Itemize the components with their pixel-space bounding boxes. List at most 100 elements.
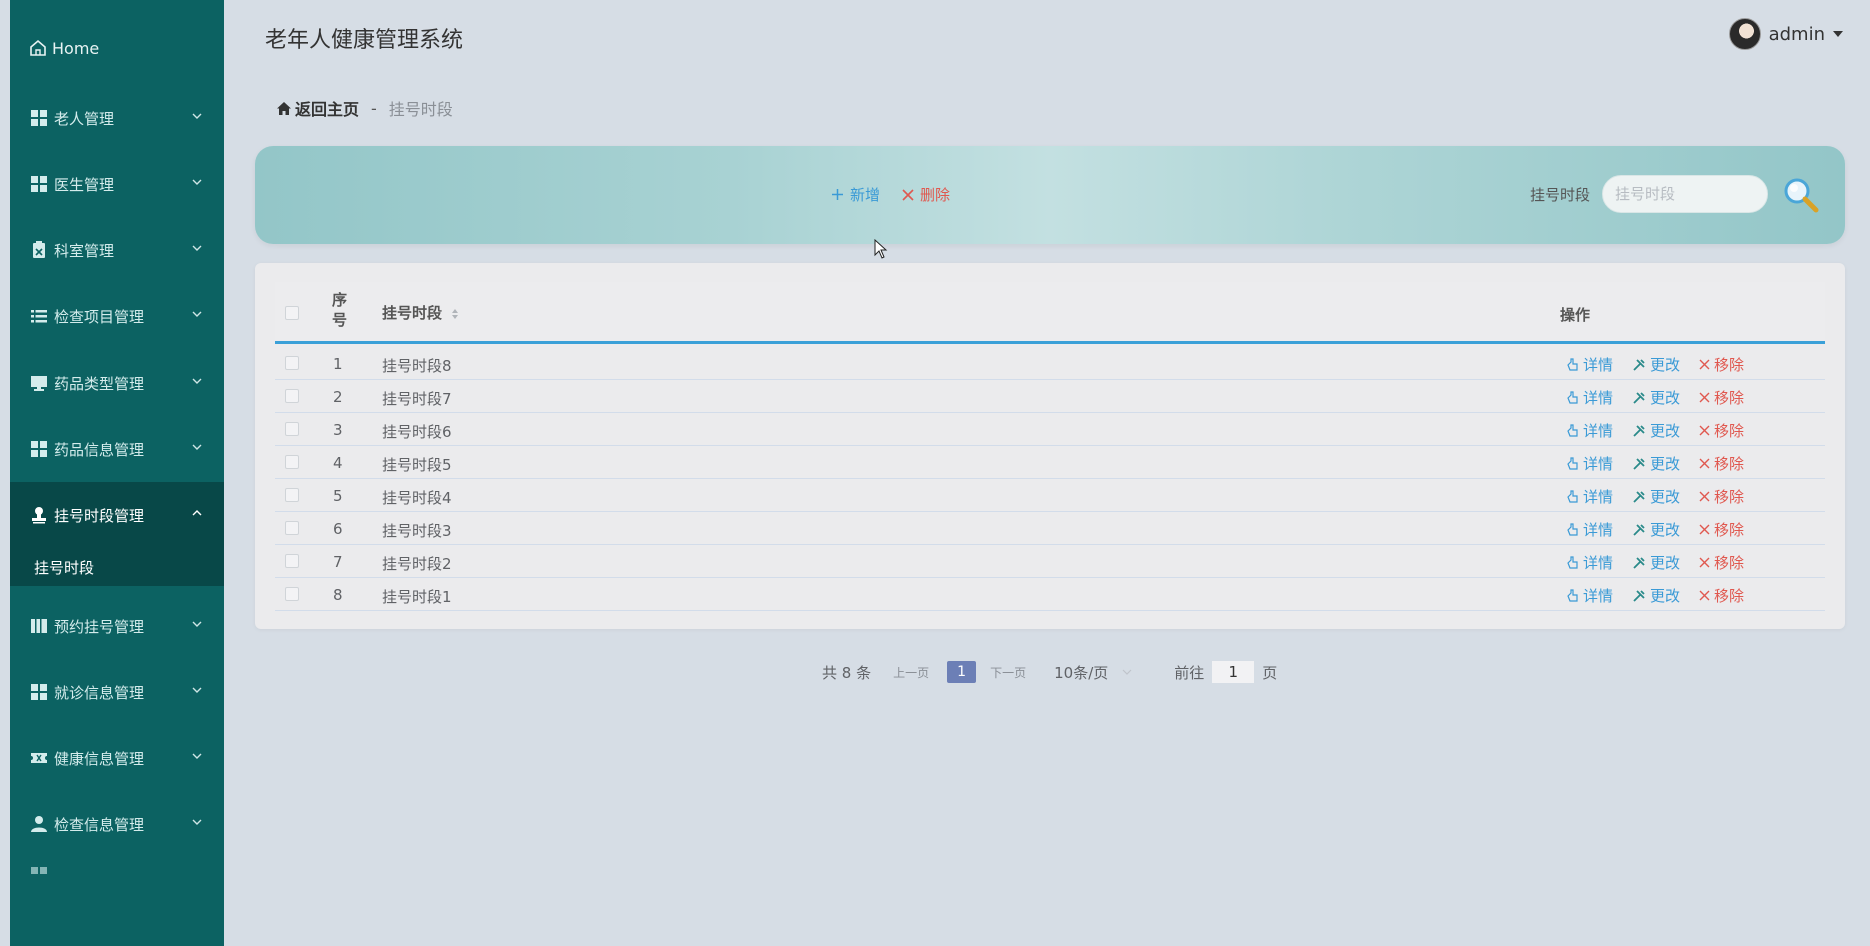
delete-button[interactable]: 删除 — [902, 184, 950, 205]
row-name: 挂号时段2 — [382, 555, 452, 573]
row-index: 4 — [333, 454, 343, 472]
sidebar-subitem-registration-slot[interactable]: 挂号时段 — [10, 548, 224, 586]
close-icon — [1699, 524, 1710, 535]
sidebar-item-appointments[interactable]: 预约挂号管理 — [10, 593, 224, 659]
detail-button[interactable]: 详情 — [1565, 585, 1613, 606]
sidebar-item-doctors[interactable]: 医生管理 — [10, 151, 224, 217]
chevron-down-icon — [192, 753, 202, 759]
user-icon — [31, 816, 47, 832]
remove-button[interactable]: 移除 — [1699, 552, 1744, 573]
sidebar-item-label: 就诊信息管理 — [54, 683, 145, 702]
app-title: 老年人健康管理系统 — [265, 28, 464, 53]
chevron-up-icon — [192, 510, 202, 516]
search-input[interactable] — [1602, 175, 1768, 213]
remove-button[interactable]: 移除 — [1699, 453, 1744, 474]
next-page-button[interactable]: 下一页 — [990, 664, 1026, 681]
sidebar-item-registration-slots[interactable]: 挂号时段管理 — [10, 482, 224, 548]
detail-button[interactable]: 详情 — [1565, 552, 1613, 573]
edit-button[interactable]: 更改 — [1632, 519, 1680, 540]
user-menu[interactable]: admin — [1728, 18, 1843, 50]
edit-button[interactable]: 更改 — [1632, 486, 1680, 507]
search-label: 挂号时段 — [1530, 186, 1591, 204]
detail-button[interactable]: 详情 — [1565, 387, 1613, 408]
row-index: 1 — [333, 355, 343, 373]
grid-icon — [31, 441, 47, 457]
row-checkbox[interactable] — [285, 587, 299, 601]
table-card: 序号 挂号时段 操作 1 挂号时段8 详情 更改 移除 2 挂号时段7 详情 更改 移除 3 挂号时段… — [255, 263, 1845, 629]
row-checkbox[interactable] — [285, 389, 299, 403]
detail-label: 详情 — [1583, 587, 1614, 605]
goto-page: 前往 页 — [1174, 661, 1277, 683]
ticket-icon — [31, 753, 47, 763]
prev-page-button[interactable]: 上一页 — [893, 664, 929, 681]
edit-button[interactable]: 更改 — [1632, 354, 1680, 375]
sidebar-item-visits[interactable]: 就诊信息管理 — [10, 659, 224, 725]
remove-button[interactable]: 移除 — [1699, 486, 1744, 507]
page-button-current[interactable]: 1 — [947, 661, 977, 683]
delete-button-label: 删除 — [920, 186, 951, 204]
remove-button[interactable]: 移除 — [1699, 387, 1744, 408]
remove-button[interactable]: 移除 — [1699, 354, 1744, 375]
goto-page-input[interactable] — [1212, 661, 1255, 683]
edit-button[interactable]: 更改 — [1632, 453, 1680, 474]
page-size-select[interactable]: 10条/页 — [1054, 662, 1132, 683]
sidebar-item-elderly[interactable]: 老人管理 — [10, 85, 224, 151]
search-button[interactable] — [1782, 176, 1820, 214]
remove-button[interactable]: 移除 — [1699, 420, 1744, 441]
monitor-icon — [31, 376, 47, 391]
edit-label: 更改 — [1650, 488, 1681, 506]
row-checkbox[interactable] — [285, 455, 299, 469]
row-checkbox[interactable] — [285, 422, 299, 436]
avatar — [1728, 18, 1761, 50]
row-checkbox[interactable] — [285, 356, 299, 370]
hand-pointer-icon — [1567, 489, 1578, 503]
breadcrumb-separator: - — [371, 98, 377, 118]
row-name: 挂号时段3 — [382, 522, 452, 540]
detail-label: 详情 — [1583, 422, 1614, 440]
remove-button[interactable]: 移除 — [1699, 585, 1744, 606]
detail-button[interactable]: 详情 — [1565, 354, 1613, 375]
remove-button[interactable]: 移除 — [1699, 519, 1744, 540]
edit-button[interactable]: 更改 — [1632, 420, 1680, 441]
sidebar-item-health-info[interactable]: 健康信息管理 — [10, 725, 224, 791]
sidebar-item-exam-info[interactable]: 检查信息管理 — [10, 791, 224, 857]
hand-pointer-icon — [1567, 423, 1578, 437]
sidebar-item-partial[interactable] — [10, 860, 224, 890]
table-row: 3 挂号时段6 详情 更改 移除 — [275, 413, 1825, 446]
sidebar-home[interactable]: Home — [28, 38, 99, 58]
sidebar-item-label: 药品类型管理 — [54, 374, 145, 393]
column-header-actions: 操作 — [1560, 306, 1591, 324]
sidebar-item-drug-types[interactable]: 药品类型管理 — [10, 350, 224, 416]
list-icon — [31, 310, 47, 323]
edit-button[interactable]: 更改 — [1632, 585, 1680, 606]
row-checkbox[interactable] — [285, 521, 299, 535]
column-header-name-label: 挂号时段 — [382, 304, 443, 322]
sidebar-item-label: 健康信息管理 — [54, 749, 145, 768]
detail-button[interactable]: 详情 — [1565, 453, 1613, 474]
sidebar-item-drug-info[interactable]: 药品信息管理 — [10, 416, 224, 482]
edit-button[interactable]: 更改 — [1632, 387, 1680, 408]
breadcrumb-home[interactable]: 返回主页 — [276, 96, 359, 120]
select-all-checkbox[interactable] — [285, 306, 299, 320]
row-checkbox[interactable] — [285, 554, 299, 568]
sidebar-item-label: 医生管理 — [54, 175, 115, 194]
row-index: 3 — [333, 421, 343, 439]
add-button[interactable]: 新增 — [831, 184, 880, 205]
row-checkbox[interactable] — [285, 488, 299, 502]
caret-down-icon — [1833, 31, 1843, 37]
detail-button[interactable]: 详情 — [1565, 486, 1613, 507]
detail-label: 详情 — [1583, 488, 1614, 506]
toolbar: 新增 删除 挂号时段 — [255, 146, 1845, 244]
sidebar-item-departments[interactable]: 科室管理 — [10, 217, 224, 283]
edit-button[interactable]: 更改 — [1632, 552, 1680, 573]
sidebar-item-exam-items[interactable]: 检查项目管理 — [10, 283, 224, 349]
sort-icon[interactable] — [451, 308, 459, 320]
detail-button[interactable]: 详情 — [1565, 420, 1613, 441]
detail-button[interactable]: 详情 — [1565, 519, 1613, 540]
tools-icon — [1633, 589, 1645, 602]
column-header-name[interactable]: 挂号时段 — [382, 302, 459, 323]
column-header-index: 序号 — [332, 291, 348, 329]
remove-label: 移除 — [1714, 554, 1745, 572]
hand-pointer-icon — [1567, 588, 1578, 602]
hand-pointer-icon — [1567, 357, 1578, 371]
